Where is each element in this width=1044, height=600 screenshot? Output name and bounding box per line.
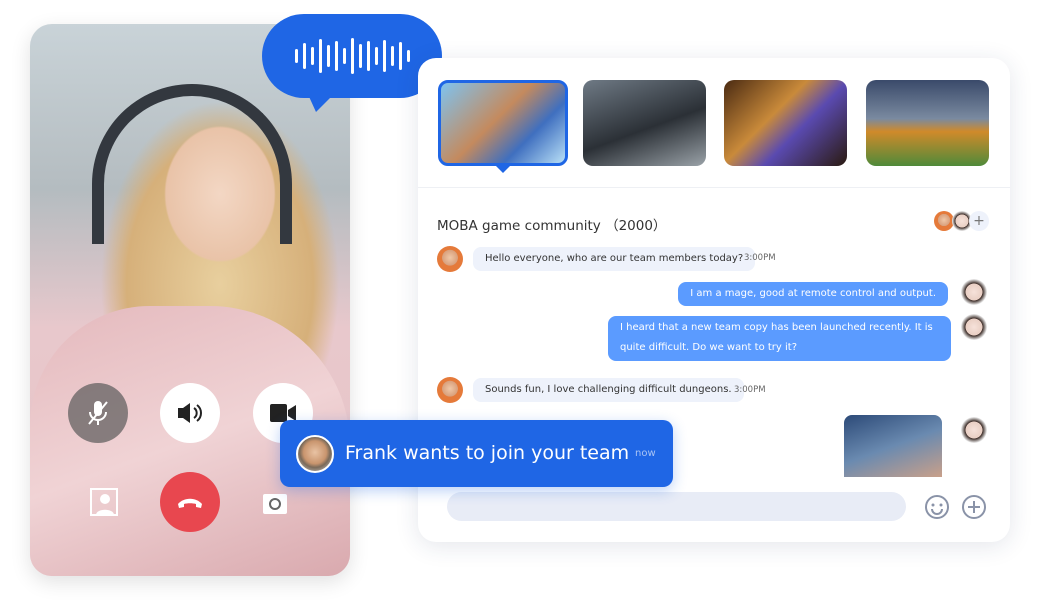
message-time: 3:00PM [744,253,776,263]
speaker-button[interactable] [160,383,220,443]
background-button[interactable] [74,472,134,532]
avatar [437,377,463,403]
mic-off-icon [88,401,108,425]
message-bubble: I heard that a new team copy has been la… [608,316,951,361]
hang-up-button[interactable] [160,472,220,532]
add-member-button[interactable]: + [969,211,989,231]
message-input[interactable] [447,492,906,521]
divider [418,187,1010,188]
avatar [961,314,987,340]
message-bubble: I am a mage, good at remote control and … [678,282,948,306]
plus-icon[interactable] [961,494,987,520]
frank-avatar [296,435,334,473]
camera-flip-icon [263,494,287,514]
video-call-panel [30,24,350,576]
member-avatar [934,211,954,231]
mute-button[interactable] [68,383,128,443]
avatar [961,279,987,305]
thumbnail-moba-game[interactable] [438,80,568,166]
message-bubble: Sounds fun, I love challenging difficult… [473,378,744,402]
emoji-icon[interactable] [924,494,950,520]
phone-hangup-icon [178,498,202,508]
avatar [961,417,987,443]
image-message[interactable] [844,415,942,477]
selected-indicator [496,166,510,173]
virtual-background-icon [90,488,118,516]
notification-time: now [635,448,656,459]
thumbnail-shooter-game[interactable] [583,80,706,166]
join-request-notification[interactable]: Frank wants to join your team now [280,420,673,487]
avatar [437,246,463,272]
thumbnail-board-game[interactable] [724,80,847,166]
notification-text: Frank wants to join your team [345,442,630,464]
voice-bubble-tail [306,90,338,112]
voice-message-bubble[interactable] [262,14,442,98]
caller-headset [92,84,292,244]
message-bubble: Hello everyone, who are our team members… [473,247,756,271]
speaker-icon [178,403,202,423]
thumbnail-soccer-game[interactable] [866,80,989,166]
sound-wave-icon [294,38,410,74]
group-title: MOBA game community （2000） [437,218,667,234]
message-time: 3:00PM [734,385,766,395]
